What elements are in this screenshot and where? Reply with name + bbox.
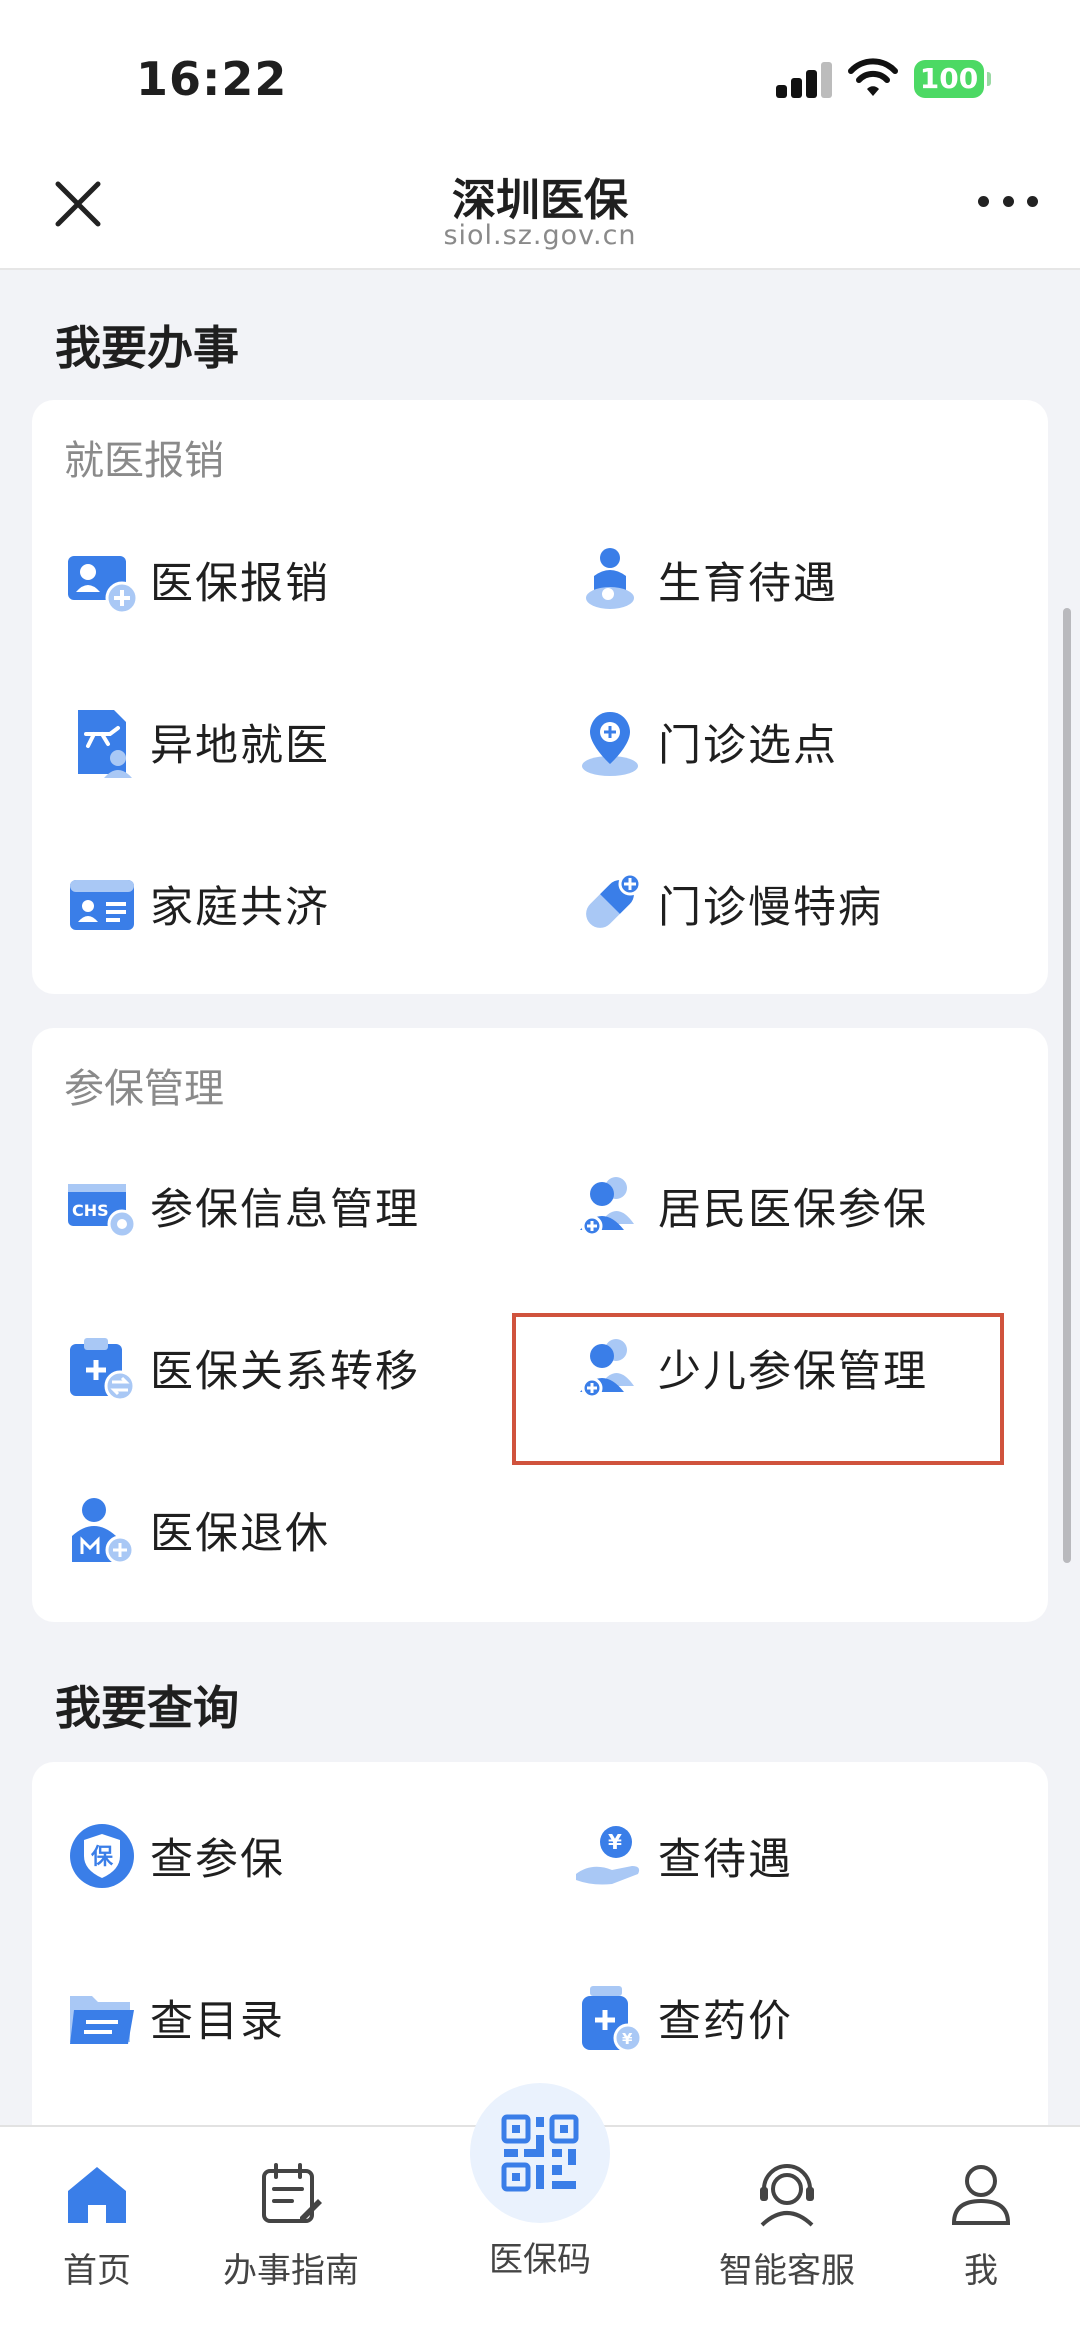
section-heading-query: 我要查询 [55, 1681, 239, 1735]
tab-label: 我 [964, 2251, 998, 2291]
service-item-clinic-location[interactable]: 门诊选点 [572, 692, 838, 792]
retirement-icon [72, 1498, 135, 1565]
service-item-maternity[interactable]: 生育待遇 [572, 530, 838, 630]
service-item-remote-medical[interactable]: 异地就医 [64, 692, 330, 792]
service-item-reimbursement[interactable]: 医保报销 [64, 530, 330, 630]
pill-icon [586, 872, 642, 928]
card-title: 就医报销 [64, 438, 224, 484]
service-item-label: 异地就医 [150, 721, 330, 771]
tab-label: 首页 [63, 2251, 131, 2291]
query-item-drug-price[interactable]: ¥ 查药价 [572, 1968, 793, 2068]
service-item-label: 医保报销 [150, 559, 330, 609]
medicine-bottle-icon: ¥ [582, 1986, 643, 2053]
query-item-benefits[interactable]: ¥ 查待遇 [572, 1806, 793, 1906]
scrollbar[interactable] [1063, 608, 1071, 1563]
tab-label-medical-code: 医保码 [489, 2240, 591, 2280]
tab-guide[interactable]: 办事指南 [191, 2147, 391, 2292]
status-time: 16:22 [136, 52, 288, 106]
page-title: 深圳医保 [452, 175, 628, 226]
folder-icon [70, 1996, 134, 2044]
wifi-icon [848, 58, 898, 96]
tab-medical-code[interactable] [470, 2083, 610, 2223]
tab-label: 办事指南 [223, 2251, 359, 2291]
maternity-icon [586, 548, 634, 609]
status-bar: 16:22 100 [0, 0, 1080, 150]
battery-indicator: 100 [914, 60, 991, 98]
remote-medical-icon [78, 710, 132, 778]
tab-me[interactable]: 我 [881, 2147, 1080, 2292]
service-item-relationship-transfer[interactable]: 医保关系转移 [64, 1318, 420, 1418]
service-item-retirement[interactable]: 医保退休 [64, 1480, 330, 1580]
nav-bar: 深圳医保 siol.sz.gov.cn [0, 150, 1080, 270]
service-item-family-mutual-aid[interactable]: 家庭共济 [64, 854, 330, 954]
service-item-label: 生育待遇 [658, 559, 838, 609]
service-item-label: 查药价 [658, 1997, 793, 2047]
service-item-label: 查目录 [150, 1997, 285, 2047]
customer-service-icon [760, 2164, 814, 2227]
query-item-insurance[interactable]: 保 查参保 [64, 1806, 285, 1906]
tab-customer-service[interactable]: 智能客服 [687, 2147, 887, 2292]
svg-text:保: 保 [90, 1845, 114, 1870]
service-item-chronic-disease[interactable]: 门诊慢特病 [572, 854, 883, 954]
yuan-hand-icon: ¥ [576, 1826, 640, 1885]
home-icon [68, 2167, 126, 2223]
service-item-label: 门诊慢特病 [658, 883, 883, 933]
svg-text:CHS: CHS [72, 1201, 109, 1220]
service-item-label: 查待遇 [658, 1835, 793, 1885]
highlight-box [512, 1313, 1004, 1465]
user-icon [951, 2165, 1011, 2225]
resident-users-icon [580, 1177, 634, 1237]
svg-text:¥: ¥ [622, 2030, 633, 2048]
guide-icon [262, 2163, 322, 2223]
tab-home[interactable]: 首页 [0, 2147, 197, 2292]
service-item-label: 家庭共济 [150, 883, 330, 933]
service-item-label: 查参保 [150, 1835, 285, 1885]
service-item-label: 门诊选点 [658, 721, 838, 771]
reimbursement-icon [68, 556, 139, 615]
page-url: siol.sz.gov.cn [443, 220, 637, 251]
card-title: 参保管理 [64, 1066, 224, 1112]
service-item-label: 居民医保参保 [658, 1185, 928, 1235]
tab-label: 智能客服 [719, 2251, 855, 2291]
family-card-icon [70, 880, 134, 930]
section-heading-services: 我要办事 [55, 321, 239, 375]
more-icon[interactable] [978, 196, 1038, 210]
svg-text:¥: ¥ [608, 1830, 622, 1854]
service-item-insurance-info[interactable]: CHS 参保信息管理 [64, 1156, 420, 1256]
service-item-label: 参保信息管理 [150, 1185, 420, 1235]
chs-settings-icon: CHS [68, 1184, 137, 1239]
qr-code-icon [501, 2114, 579, 2192]
service-item-label: 医保关系转移 [150, 1347, 420, 1397]
service-item-resident-insurance[interactable]: 居民医保参保 [572, 1156, 928, 1256]
shield-icon: 保 [70, 1824, 134, 1888]
service-item-label: 医保退休 [150, 1509, 330, 1559]
clinic-location-icon [582, 712, 638, 776]
cellular-signal-icon [776, 62, 834, 98]
query-item-catalog[interactable]: 查目录 [64, 1968, 285, 2068]
transfer-clipboard-icon [70, 1338, 136, 1402]
